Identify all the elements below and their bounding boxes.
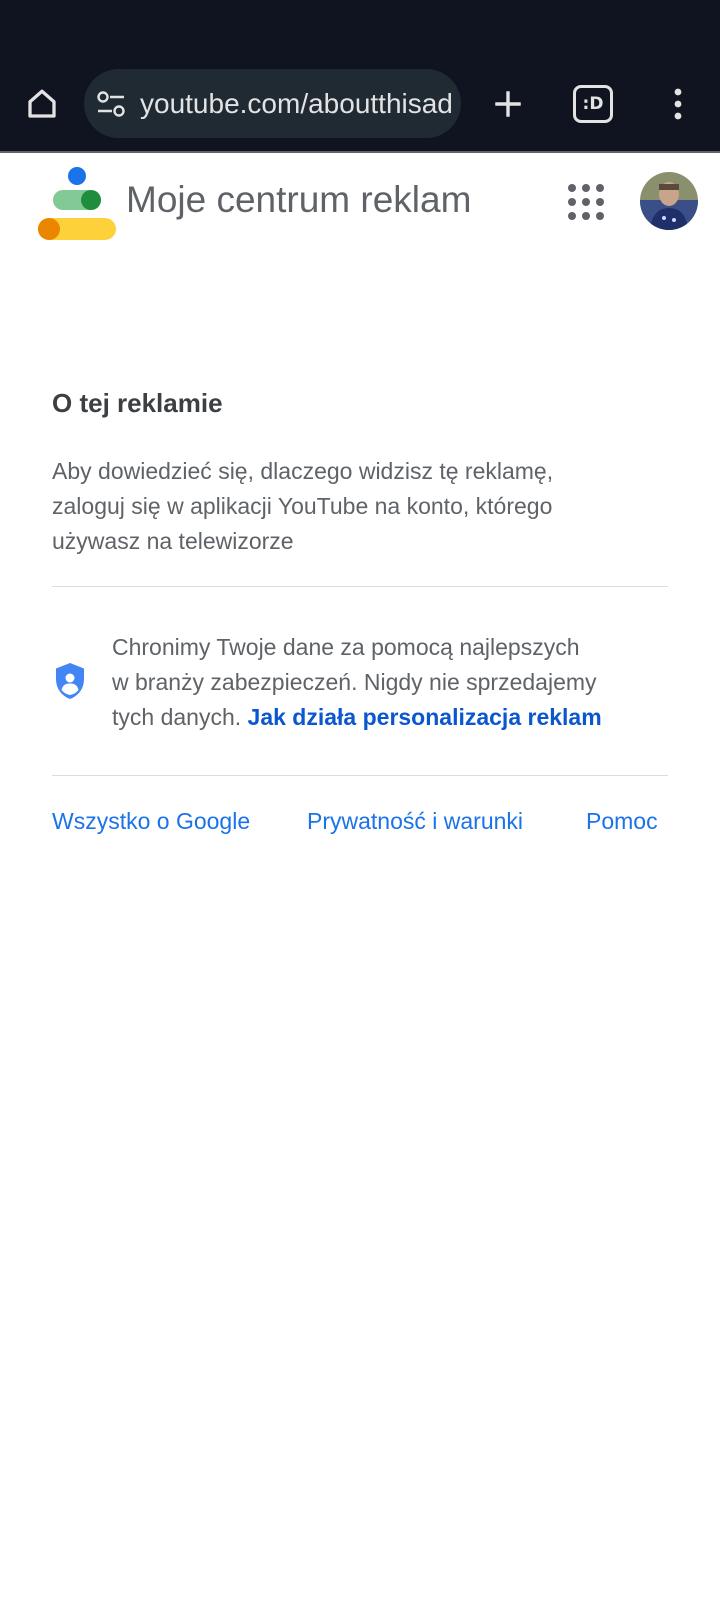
section-heading: O tej reklamie	[52, 388, 223, 418]
tab-switcher-button[interactable]: :D	[573, 85, 613, 123]
home-icon	[28, 89, 56, 118]
my-ad-center-logo-icon[interactable]	[36, 166, 118, 244]
privacy-line: w branży zabezpieczeń. Nigdy nie sprzeda…	[112, 669, 597, 695]
address-bar[interactable]: youtube.com/aboutthisad	[84, 69, 461, 138]
section-description: Aby dowiedzieć się, dlaczego widzisz tę …	[52, 454, 672, 559]
description-line: zaloguj się w aplikacji YouTube na konto…	[52, 493, 553, 519]
divider	[52, 775, 668, 776]
footer-link-privacy-terms[interactable]: Prywatność i warunki	[307, 805, 523, 837]
privacy-line: Chronimy Twoje dane za pomocą najlepszyc…	[112, 634, 580, 660]
new-tab-button[interactable]	[484, 80, 532, 128]
privacy-line-text: tych danych.	[112, 704, 242, 730]
account-avatar[interactable]	[640, 172, 698, 230]
home-button[interactable]	[18, 80, 66, 128]
apps-grid-icon[interactable]	[566, 182, 606, 222]
privacy-notice: Chronimy Twoje dane za pomocą najlepszyc…	[112, 630, 702, 735]
plus-icon	[495, 91, 521, 117]
privacy-line-last: tych danych. Jak działa personalizacja r…	[112, 700, 702, 735]
description-line: używasz na telewizorze	[52, 528, 294, 554]
ad-personalization-link[interactable]: Jak działa personalizacja reklam	[248, 704, 602, 730]
shield-icon	[56, 663, 84, 699]
avatar-photo	[640, 172, 698, 230]
more-vert-icon	[674, 88, 682, 120]
footer-link-help[interactable]: Pomoc	[586, 805, 658, 837]
divider	[52, 586, 668, 587]
footer-link-about-google[interactable]: Wszystko o Google	[52, 805, 250, 837]
browser-menu-button[interactable]	[654, 80, 702, 128]
page-title: Moje centrum reklam	[126, 179, 472, 220]
browser-toolbar: youtube.com/aboutthisad :D	[0, 0, 720, 153]
tune-icon[interactable]	[96, 90, 126, 118]
url-text[interactable]: youtube.com/aboutthisad	[140, 88, 452, 120]
description-line: Aby dowiedzieć się, dlaczego widzisz tę …	[52, 458, 554, 484]
